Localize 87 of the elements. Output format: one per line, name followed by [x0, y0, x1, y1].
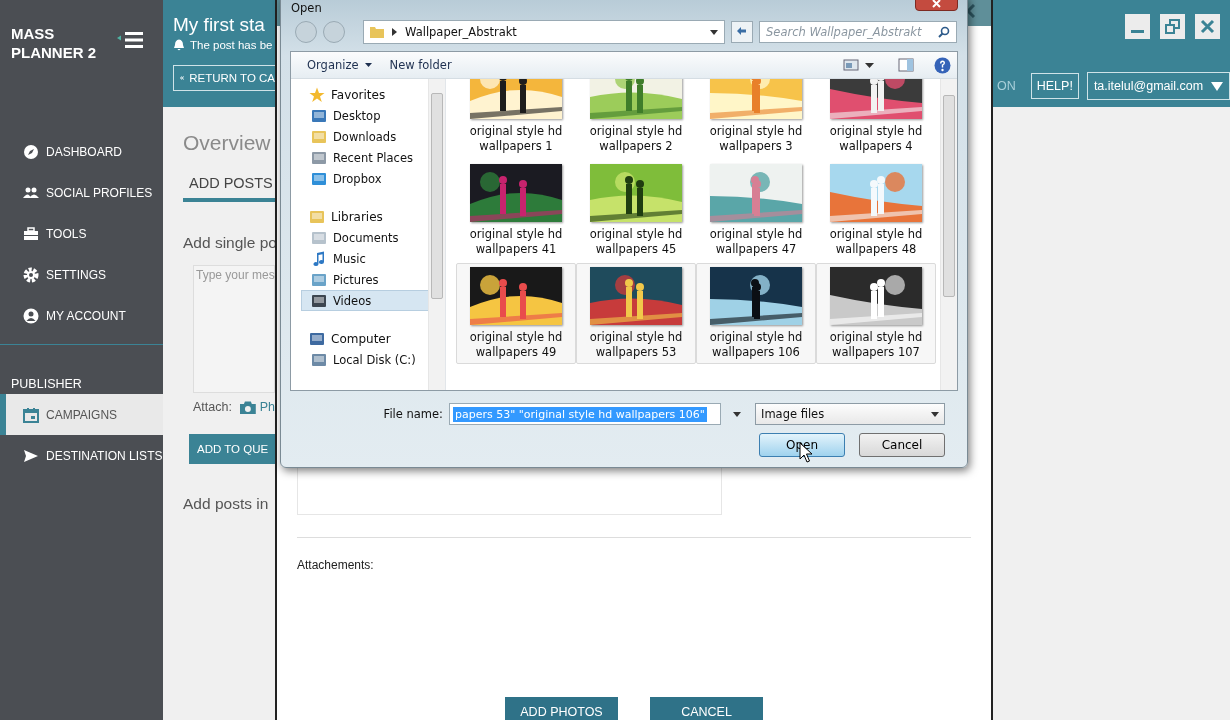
- organize-menu[interactable]: Organize: [301, 56, 378, 74]
- file-name-label: File name:: [383, 407, 443, 421]
- caret-icon: [1211, 81, 1224, 91]
- file-item[interactable]: original style hd wallpapers 53: [576, 263, 696, 364]
- address-bar[interactable]: Wallpaper_Abstrakt: [363, 20, 725, 44]
- star-icon: [309, 86, 325, 103]
- file-item[interactable]: original style hd wallpapers 45: [576, 160, 696, 261]
- caret-icon: [710, 29, 718, 35]
- return-button[interactable]: RETURN TO CA: [173, 65, 275, 91]
- nav-item[interactable]: Desktop: [291, 105, 411, 126]
- sidebar-item[interactable]: TOOLS: [0, 213, 163, 254]
- sidebar-item[interactable]: DASHBOARD: [0, 131, 163, 172]
- file-item[interactable]: original style hd wallpapers 106: [696, 263, 816, 364]
- cancel-button[interactable]: Cancel: [859, 433, 945, 457]
- file-item[interactable]: original style hd wallpapers 2: [576, 79, 696, 158]
- nav-item[interactable]: Pictures: [291, 269, 411, 290]
- caret-icon[interactable]: [865, 62, 874, 68]
- file-item[interactable]: original style hd wallpapers 41: [456, 160, 576, 261]
- bell-icon: [173, 39, 185, 51]
- nav-item[interactable]: Dropbox: [291, 168, 411, 189]
- add-photos-button[interactable]: ADD PHOTOS: [505, 697, 618, 720]
- monitor-icon: [311, 107, 327, 124]
- dialog-title: Open: [291, 0, 322, 17]
- sidebar-item[interactable]: SETTINGS: [0, 254, 163, 295]
- help-button[interactable]: HELP!: [1030, 73, 1079, 99]
- nav-item[interactable]: Computer: [291, 328, 411, 349]
- sidebar-item[interactable]: CAMPAIGNS: [0, 394, 163, 435]
- file-item[interactable]: original style hd wallpapers 48: [816, 160, 936, 261]
- restore-icon: [1165, 19, 1180, 34]
- section-title: PUBLISHER: [10, 376, 83, 393]
- account-dropdown[interactable]: ta.itelul@gmail.com: [1086, 72, 1230, 100]
- nav-item[interactable]: Downloads: [291, 126, 411, 147]
- nav-item[interactable]: Music: [291, 248, 411, 269]
- app-logo: MASS PLANNER 2: [11, 24, 97, 62]
- file-item[interactable]: original style hd wallpapers 49: [456, 263, 576, 364]
- sidebar-item[interactable]: DESTINATION LISTS: [0, 435, 163, 476]
- close-icon: [932, 0, 941, 8]
- help-icon[interactable]: [934, 56, 951, 74]
- attachments-label: Attachements:: [297, 558, 375, 572]
- minimize-icon: [1131, 30, 1144, 33]
- computer-icon: [309, 330, 325, 347]
- preview-pane-icon[interactable]: [898, 58, 914, 72]
- gear-icon: [23, 266, 39, 283]
- caret-icon[interactable]: [733, 411, 741, 417]
- note-icon: [311, 250, 327, 267]
- new-folder-button[interactable]: New folder: [383, 56, 458, 74]
- chevron-icon: [392, 28, 397, 36]
- sidebar-item[interactable]: SOCIAL PROFILES: [0, 172, 163, 213]
- compass-icon: [23, 143, 39, 160]
- file-item[interactable]: original style hd wallpapers 47: [696, 160, 816, 261]
- toolbox-icon: [23, 225, 39, 242]
- minimize-button[interactable]: [1125, 14, 1150, 39]
- menu-icon[interactable]: [117, 32, 143, 48]
- calendar-icon: [23, 406, 39, 423]
- camera-icon: [239, 400, 256, 414]
- scrollbar[interactable]: [940, 79, 957, 390]
- restore-button[interactable]: [1160, 14, 1185, 39]
- user-icon: [23, 307, 39, 324]
- paper-plane-icon: [23, 447, 39, 464]
- caret-icon: [364, 63, 372, 67]
- view-icon[interactable]: [843, 58, 859, 72]
- section-heading: Overview: [183, 131, 272, 155]
- sidebar-item[interactable]: MY ACCOUNT: [0, 295, 163, 336]
- nav-item[interactable]: Favorites: [291, 84, 411, 105]
- cancel-button[interactable]: CANCEL: [650, 697, 763, 720]
- file-item[interactable]: original style hd wallpapers 3: [696, 79, 816, 158]
- nav-item[interactable]: Videos: [301, 290, 429, 311]
- nav-item[interactable]: Documents: [291, 227, 411, 248]
- attach-label: Attach:: [193, 400, 232, 414]
- caret-icon: [931, 411, 939, 417]
- open-button[interactable]: Open: [759, 433, 845, 457]
- file-item[interactable]: original style hd wallpapers 4: [816, 79, 936, 158]
- file-type-dropdown[interactable]: Image files: [755, 403, 945, 425]
- file-item[interactable]: original style hd wallpapers 1: [456, 79, 576, 158]
- attach-option[interactable]: Ph: [259, 400, 275, 414]
- search-icon: [938, 26, 950, 38]
- page-title: My first sta: [173, 14, 266, 36]
- form-label: Add posts in: [183, 495, 270, 513]
- nav-item[interactable]: Libraries: [291, 206, 411, 227]
- add-to-queue-button[interactable]: ADD TO QUE: [189, 434, 275, 464]
- double-chevron-icon: [180, 73, 185, 83]
- nav-item[interactable]: Recent Places: [291, 147, 411, 168]
- close-icon: [1200, 19, 1215, 34]
- notice-text: The post has be: [190, 39, 273, 51]
- file-item[interactable]: original style hd wallpapers 107: [816, 263, 936, 364]
- refresh-button[interactable]: [731, 21, 753, 43]
- scrollbar[interactable]: [428, 79, 445, 390]
